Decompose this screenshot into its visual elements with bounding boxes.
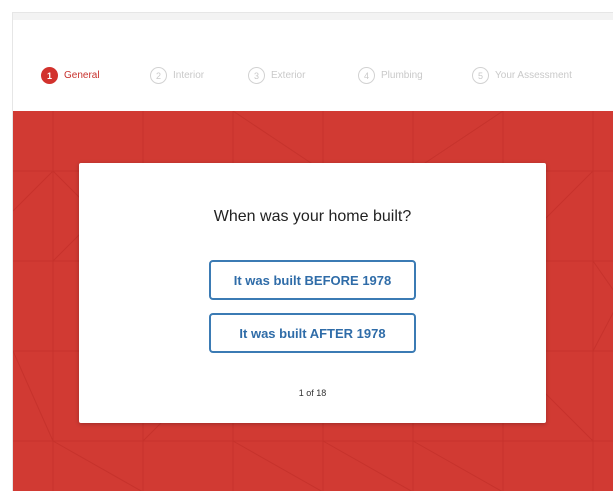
step-number-badge: 3 bbox=[248, 67, 265, 84]
app-window: 1 General 2 Interior 3 Exterior 4 Plumbi… bbox=[12, 12, 613, 491]
step-your-assessment[interactable]: 5 Your Assessment bbox=[472, 67, 572, 84]
built-before-1978-button[interactable]: It was built BEFORE 1978 bbox=[209, 260, 416, 300]
step-number-badge: 2 bbox=[150, 67, 167, 84]
step-label: Plumbing bbox=[381, 70, 423, 81]
step-general[interactable]: 1 General bbox=[41, 67, 100, 84]
step-label: Exterior bbox=[271, 70, 306, 81]
step-interior[interactable]: 2 Interior bbox=[150, 67, 204, 84]
step-number-badge: 5 bbox=[472, 67, 489, 84]
step-label: Interior bbox=[173, 70, 205, 81]
top-bar bbox=[13, 13, 613, 20]
built-after-1978-button[interactable]: It was built AFTER 1978 bbox=[209, 313, 416, 353]
step-label: General bbox=[64, 70, 100, 81]
step-exterior[interactable]: 3 Exterior bbox=[248, 67, 305, 84]
step-number-badge: 4 bbox=[358, 67, 375, 84]
step-progress-nav: 1 General 2 Interior 3 Exterior 4 Plumbi… bbox=[13, 20, 613, 118]
step-plumbing[interactable]: 4 Plumbing bbox=[358, 67, 423, 84]
question-progress-counter: 1 of 18 bbox=[298, 388, 327, 398]
question-heading: When was your home built? bbox=[213, 208, 412, 225]
step-number-badge: 1 bbox=[41, 67, 58, 84]
question-card: When was your home built? It was built B… bbox=[79, 163, 546, 423]
step-label: Your Assessment bbox=[495, 70, 572, 81]
hero-background: When was your home built? It was built B… bbox=[13, 111, 613, 491]
